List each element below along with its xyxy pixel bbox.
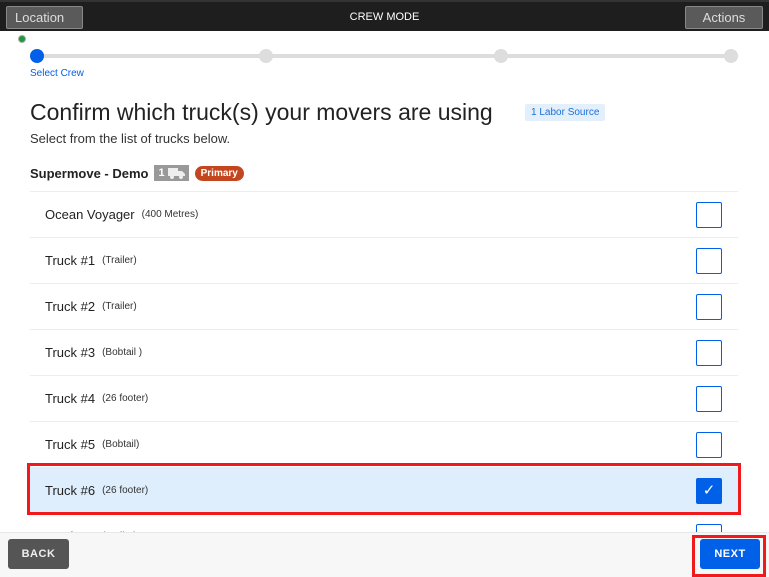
organization-header: Supermove - Demo 1 Primary xyxy=(30,165,244,181)
truck-type: (Trailer) xyxy=(102,301,137,312)
back-button[interactable]: BACK xyxy=(8,539,69,569)
page-subtitle: Select from the list of trucks below. xyxy=(30,131,231,146)
truck-type: (400 Metres) xyxy=(141,209,199,220)
truck-name: Truck #5 xyxy=(45,437,96,452)
progress-step-2 xyxy=(259,49,273,63)
truck-checkbox[interactable] xyxy=(696,340,722,366)
progress-track xyxy=(37,54,731,58)
truck-type: (Bobtail ) xyxy=(102,347,143,358)
labor-source-badge: 1 Labor Source xyxy=(525,104,606,121)
progress-step-1 xyxy=(30,49,44,63)
truck-checkbox[interactable] xyxy=(696,432,722,458)
truck-row[interactable]: Truck #2 (Trailer) xyxy=(30,283,738,329)
mode-title: CREW MODE xyxy=(349,11,420,23)
truck-type: (Trailer) xyxy=(102,255,137,266)
footer-bar xyxy=(0,532,769,577)
truck-type: (26 footer) xyxy=(102,393,149,404)
truck-checkbox[interactable] xyxy=(696,386,722,412)
truck-name: Ocean Voyager xyxy=(45,207,135,222)
progress-step-3 xyxy=(494,49,508,63)
progress-step-label: Select Crew xyxy=(30,68,84,79)
actions-button[interactable]: Actions xyxy=(685,6,763,29)
truck-name: Truck #2 xyxy=(45,299,96,314)
truck-checkbox[interactable] xyxy=(696,294,722,320)
truck-count-badge: 1 xyxy=(154,165,189,181)
progress-step-4 xyxy=(724,49,738,63)
truck-count: 1 xyxy=(158,167,165,179)
truck-checkbox[interactable] xyxy=(696,202,722,228)
truck-row[interactable]: Truck #4 (26 footer) xyxy=(30,375,738,421)
truck-icon xyxy=(167,167,185,179)
highlight-box-next xyxy=(692,535,766,577)
truck-name: Truck #3 xyxy=(45,345,96,360)
location-status-dot xyxy=(18,35,26,43)
organization-name: Supermove - Demo xyxy=(30,165,149,181)
truck-checkbox[interactable] xyxy=(696,248,722,274)
highlight-box-selected-row xyxy=(27,463,741,515)
truck-row[interactable]: Truck #5 (Bobtail) xyxy=(30,421,738,467)
truck-name: Truck #4 xyxy=(45,391,96,406)
truck-row[interactable]: Truck #1 (Trailer) xyxy=(30,237,738,283)
top-bar: Location CREW MODE Actions xyxy=(0,0,769,43)
truck-row[interactable]: Ocean Voyager (400 Metres) xyxy=(30,191,738,237)
primary-badge: Primary xyxy=(194,165,244,181)
truck-row[interactable]: Truck #3 (Bobtail ) xyxy=(30,329,738,375)
page-title: Confirm which truck(s) your movers are u… xyxy=(30,99,493,125)
truck-type: (Bobtail) xyxy=(102,439,140,450)
truck-name: Truck #1 xyxy=(45,253,96,268)
